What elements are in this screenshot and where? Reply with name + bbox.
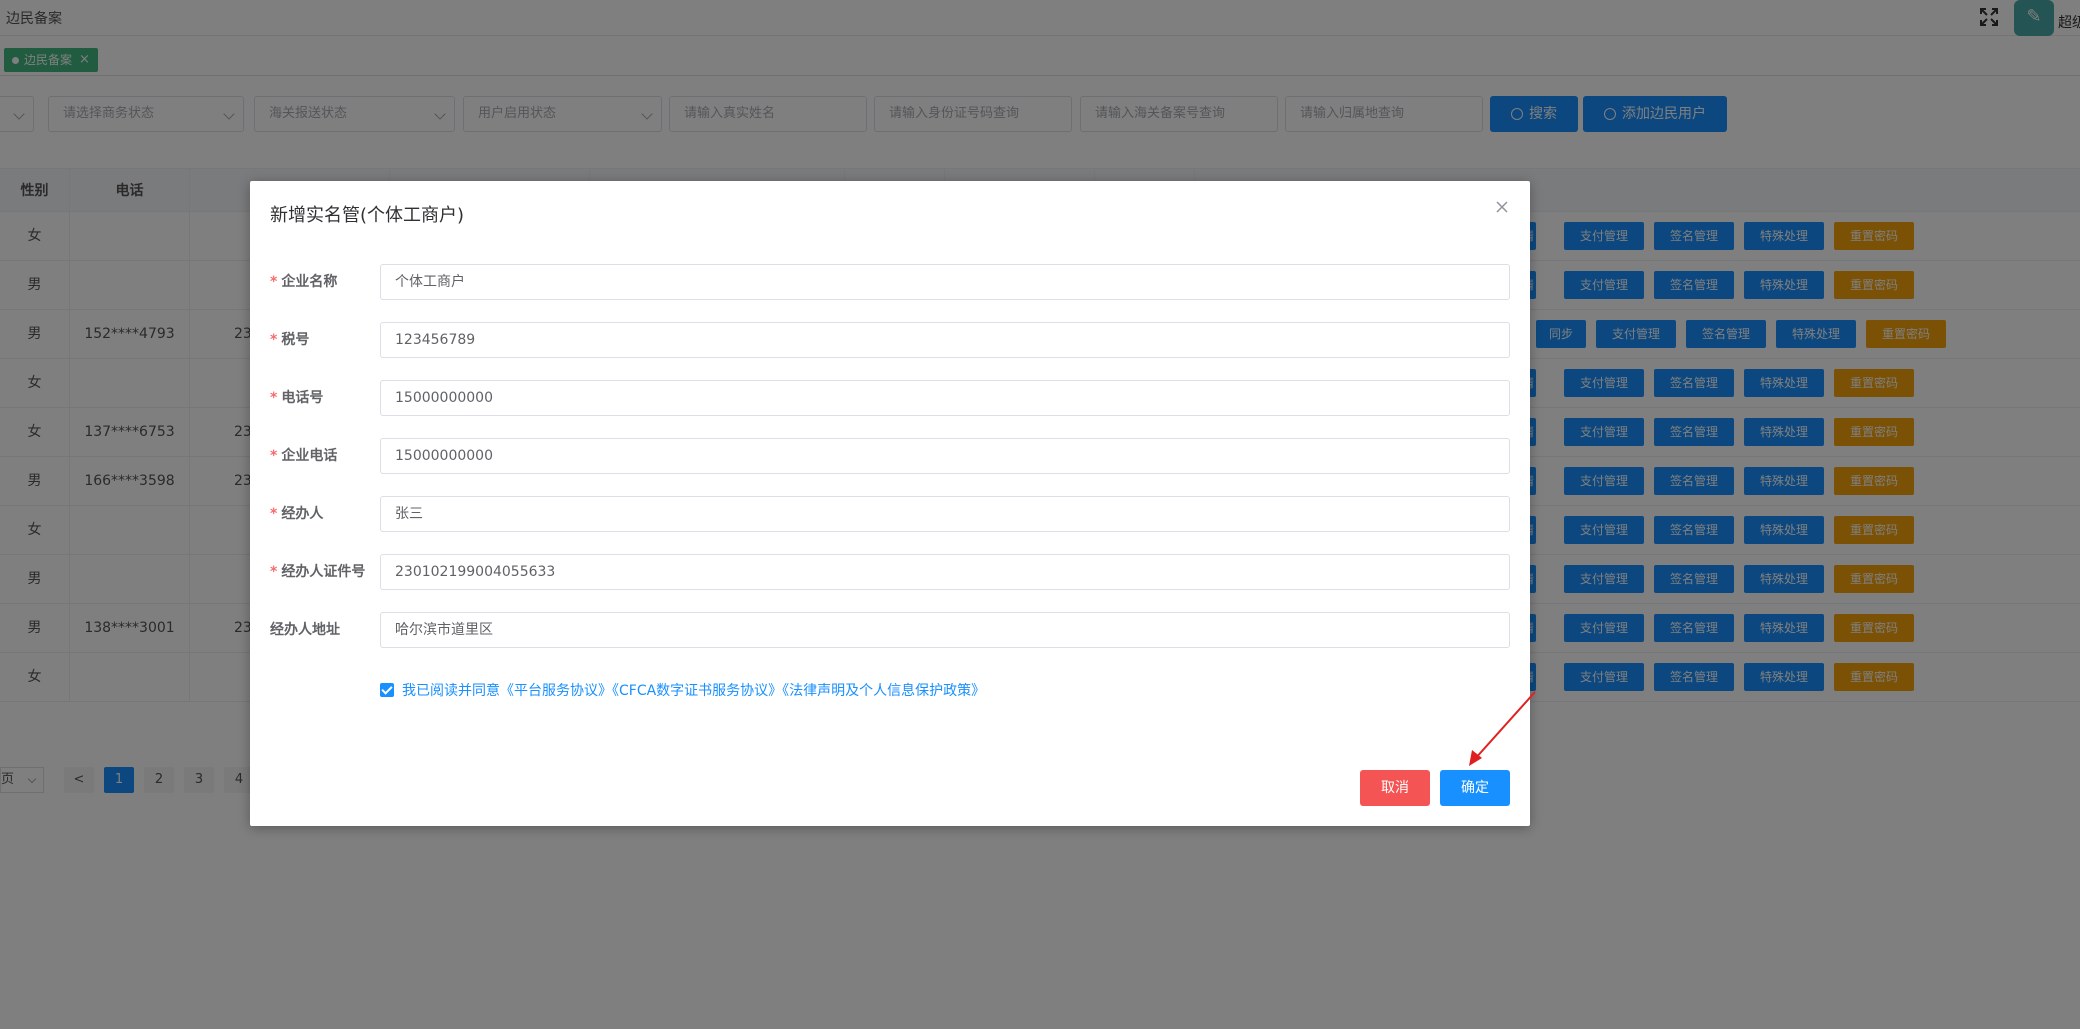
tax-number-input[interactable]: 123456789: [380, 322, 1510, 358]
confirm-button[interactable]: 确定: [1440, 770, 1510, 806]
required-mark: *: [270, 274, 278, 290]
add-merchant-dialog: 新增实名管(个体工商户) * 企业名称 个体工商户 * 税号 123456789 * 电话号 1…: [250, 181, 1530, 826]
required-mark: *: [270, 448, 278, 464]
agent-name-label: * 经办人: [270, 506, 324, 522]
form-row-phone-number: * 电话号 15000000000: [270, 380, 1510, 416]
tax-number-label: * 税号: [270, 332, 310, 348]
form-row-agent-name: * 经办人 张三: [270, 496, 1510, 532]
company-name-input[interactable]: 个体工商户: [380, 264, 1510, 300]
agent-id-number-input[interactable]: 230102199004055633: [380, 554, 1510, 590]
close-icon[interactable]: [1494, 199, 1510, 215]
form-row-agent-id-number: * 经办人证件号 230102199004055633: [270, 554, 1510, 590]
cancel-button[interactable]: 取消: [1360, 770, 1430, 806]
agreement-checkbox[interactable]: [380, 683, 394, 697]
agent-address-input[interactable]: 哈尔滨市道里区: [380, 612, 1510, 648]
phone-number-label: * 电话号: [270, 390, 324, 406]
required-mark: *: [270, 332, 278, 348]
required-mark: *: [270, 390, 278, 406]
required-mark: *: [270, 564, 278, 580]
phone-number-input[interactable]: 15000000000: [380, 380, 1510, 416]
form-row-company-phone: * 企业电话 15000000000: [270, 438, 1510, 474]
form-row-tax-number: * 税号 123456789: [270, 322, 1510, 358]
agent-id-number-label: * 经办人证件号: [270, 564, 366, 580]
company-phone-label: * 企业电话: [270, 448, 338, 464]
agent-name-input[interactable]: 张三: [380, 496, 1510, 532]
agent-address-label: 经办人地址: [270, 622, 340, 638]
form-row-agent-address: 经办人地址 哈尔滨市道里区: [270, 612, 1510, 648]
company-phone-input[interactable]: 15000000000: [380, 438, 1510, 474]
dialog-title: 新增实名管(个体工商户): [270, 205, 465, 226]
company-name-label: * 企业名称: [270, 274, 338, 290]
agreement-text[interactable]: 我已阅读并同意《平台服务协议》《CFCA数字证书服务协议》《法律声明及个人信息保…: [402, 680, 985, 700]
annotation-arrow-icon: [1469, 691, 1536, 766]
required-mark: *: [270, 506, 278, 522]
agreement-row: 我已阅读并同意《平台服务协议》《CFCA数字证书服务协议》《法律声明及个人信息保…: [380, 680, 985, 700]
form-row-company-name: * 企业名称 个体工商户: [270, 264, 1510, 300]
